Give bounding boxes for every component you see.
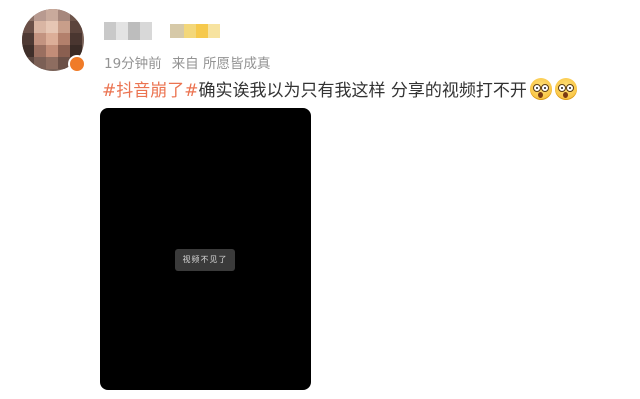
member-badge-icon [170,24,220,38]
astonished-face-emoji-icon [554,77,577,100]
astonished-face-emoji-icon [529,77,552,100]
post-body-text: 确实诶我以为只有我这样 分享的视频打不开 [198,81,527,101]
video-unavailable-toast: 视频不见了 [175,249,235,271]
topic-hashtag-link[interactable]: #抖音崩了# [102,76,199,101]
video-player[interactable]: 视频不见了 [100,108,311,390]
post-text: #抖音崩了# 确实诶我以为只有我这样 分享的视频打不开 [102,76,577,101]
post-source[interactable]: 来自 所愿皆成真 [172,56,271,72]
post-timestamp[interactable]: 19分钟前 [104,56,162,72]
username-pixelated[interactable] [104,22,152,40]
verified-badge-icon [68,55,86,73]
post-meta: 19分钟前 来自 所愿皆成真 [104,52,270,72]
